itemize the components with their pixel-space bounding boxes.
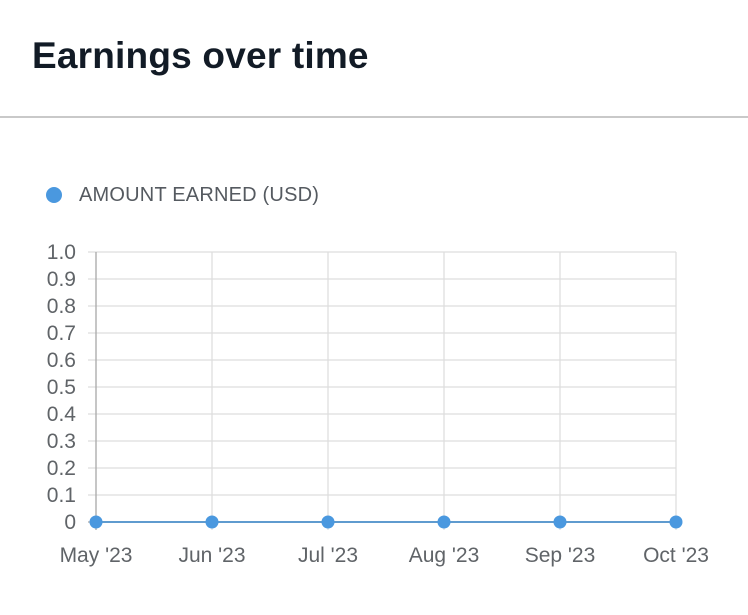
legend-label: AMOUNT EARNED (USD) (79, 183, 320, 206)
y-tick-label: 0.6 (47, 349, 76, 372)
x-tick-label: Sep '23 (525, 544, 596, 567)
legend-dot-icon (46, 187, 62, 203)
x-tick-label: May '23 (60, 544, 133, 567)
data-point (321, 515, 335, 529)
y-tick-label: 1.0 (47, 241, 76, 264)
y-tick-label: 0.7 (47, 322, 76, 345)
y-tick-label: 0.2 (47, 457, 76, 480)
y-tick-label: 0.4 (47, 403, 77, 426)
y-tick-label: 0 (64, 511, 76, 534)
y-tick-label: 0.1 (47, 484, 76, 507)
card-header: Earnings over time (0, 0, 748, 118)
page-title: Earnings over time (32, 35, 369, 76)
x-tick-label: Oct '23 (643, 544, 709, 567)
y-tick-label: 0.9 (47, 268, 76, 291)
data-point (553, 515, 567, 529)
chart-legend[interactable]: AMOUNT EARNED (USD) (46, 181, 319, 209)
y-tick-label: 0.5 (47, 376, 76, 399)
x-tick-label: Jul '23 (298, 544, 358, 567)
data-point (437, 515, 451, 529)
y-tick-label: 0.3 (47, 430, 76, 453)
data-point (89, 515, 103, 529)
data-point (205, 515, 219, 529)
earnings-line-chart: 0 0.1 0.2 0.3 0.4 0.5 0.6 0.7 0.8 0.9 1.0 May '23 Ju… (47, 241, 709, 567)
y-tick-label: 0.8 (47, 295, 76, 318)
x-tick-label: Aug '23 (409, 544, 480, 567)
x-tick-label: Jun '23 (178, 544, 245, 567)
data-point (669, 515, 683, 529)
